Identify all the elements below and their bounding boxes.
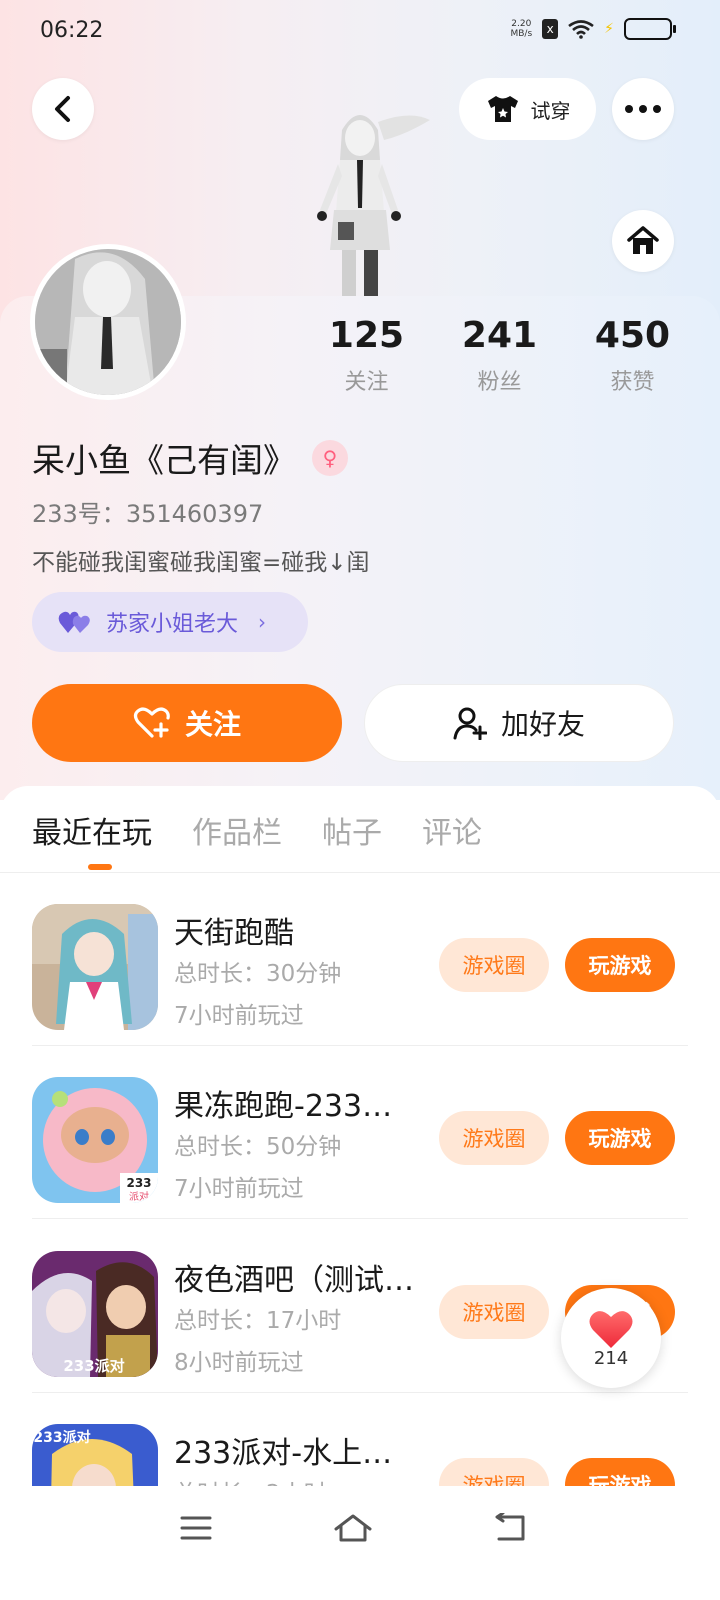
relationship-tag[interactable]: 苏家小姐老大 › <box>32 592 308 652</box>
more-icon <box>625 105 661 113</box>
stat-likes[interactable]: 450 获赞 <box>566 314 699 396</box>
status-icons: 2.20 MB/s x ⚡ <box>510 18 676 40</box>
game-duration: 总时长：30分钟 <box>174 961 342 987</box>
svg-text:233派对: 233派对 <box>63 1357 124 1375</box>
try-on-label: 试穿 <box>530 98 571 123</box>
network-speed: 2.20 MB/s <box>510 19 533 39</box>
tab-recent-played[interactable]: 最近在玩 <box>32 808 152 852</box>
active-tab-indicator <box>88 864 112 870</box>
add-friend-label: 加好友 <box>500 708 585 741</box>
game-title: 果冻跑跑-233… <box>174 1089 393 1124</box>
female-gender-icon: ♀ <box>312 440 348 476</box>
game-title: 夜色酒吧（测试… <box>174 1263 414 1298</box>
tshirt-icon <box>487 96 518 122</box>
more-button[interactable] <box>612 78 674 140</box>
follow-label: 关注 <box>184 708 241 741</box>
stat-followers[interactable]: 241 粉丝 <box>433 314 566 396</box>
game-circle-button[interactable]: 游戏圈 <box>439 938 549 992</box>
profile-stats: 125 关注 241 粉丝 450 获赞 <box>300 314 700 396</box>
game-last-played: 7小时前玩过 <box>174 1003 304 1029</box>
user-name: 呆小鱼《己有闺》 <box>32 441 296 480</box>
tab-posts[interactable]: 帖子 <box>322 808 382 852</box>
home-icon <box>334 1514 372 1542</box>
name-row: 呆小鱼《己有闺》 ♀ <box>32 434 348 482</box>
profile-tabs: 最近在玩 作品栏 帖子 评论 <box>32 808 482 852</box>
battery-icon <box>624 18 676 40</box>
back-icon <box>495 1513 525 1541</box>
game-title: 233派对-水上… <box>174 1436 393 1471</box>
try-on-button[interactable]: 试穿 <box>459 78 596 140</box>
heart-plus-icon <box>133 707 170 738</box>
add-user-icon <box>453 707 487 740</box>
game-icon: 233派对 <box>32 1251 158 1377</box>
stat-value: 125 <box>328 315 405 356</box>
chevron-right-icon: › <box>258 610 267 634</box>
system-home-button[interactable] <box>323 1508 383 1548</box>
avatar-3d-figure[interactable] <box>280 100 440 300</box>
game-last-played: 8小时前玩过 <box>174 1350 304 1376</box>
row-divider <box>32 1218 688 1219</box>
menu-button[interactable] <box>166 1508 226 1548</box>
tab-comments[interactable]: 评论 <box>422 808 482 852</box>
stat-value: 450 <box>594 315 671 356</box>
play-game-button[interactable]: 玩游戏 <box>565 938 675 992</box>
follow-button[interactable]: 关注 <box>32 684 342 762</box>
game-circle-button[interactable]: 游戏圈 <box>439 1111 549 1165</box>
svg-text:派对: 派对 <box>129 1190 149 1203</box>
game-last-played: 7小时前玩过 <box>174 1176 304 1202</box>
menu-icon <box>180 1516 212 1540</box>
chevron-left-icon <box>55 96 70 122</box>
game-icon <box>32 904 158 1030</box>
system-back-button[interactable] <box>480 1508 540 1548</box>
system-navigation-bar <box>0 1486 720 1600</box>
game-icon: 233 派对 <box>32 1077 158 1203</box>
stat-label: 关注 <box>344 370 389 395</box>
game-list-item[interactable]: 天街跑酷 总时长：30分钟 7小时前玩过 游戏圈 玩游戏 <box>32 874 688 1046</box>
home-icon <box>627 226 659 254</box>
game-duration: 总时长：50分钟 <box>174 1134 342 1160</box>
tabs-divider <box>0 872 720 873</box>
user-id-label: 233号： <box>32 500 126 528</box>
like-button[interactable]: 214 <box>561 1288 661 1388</box>
user-bio: 不能碰我闺蜜碰我闺蜜=碰我↓闺 <box>32 550 370 576</box>
stat-label: 粉丝 <box>477 370 522 395</box>
game-circle-button[interactable]: 游戏圈 <box>439 1285 549 1339</box>
row-divider <box>32 1392 688 1393</box>
sim-icon: x <box>542 19 559 39</box>
status-time: 06:22 <box>40 18 104 43</box>
avatar[interactable] <box>30 244 186 400</box>
wifi-icon <box>568 20 594 39</box>
user-id-value: 351460397 <box>125 500 264 528</box>
avatar-image <box>35 249 181 395</box>
status-bar: 06:22 2.20 MB/s x ⚡ <box>0 0 720 64</box>
like-count: 214 <box>593 1347 629 1369</box>
user-id[interactable]: 233号：351460397 <box>32 494 263 529</box>
home-button[interactable] <box>612 210 674 272</box>
relationship-label: 苏家小姐老大 <box>106 612 239 637</box>
game-list-item[interactable]: 233 派对 果冻跑跑-233… 总时长：50分钟 7小时前玩过 游戏圈 玩游戏 <box>32 1047 688 1219</box>
svg-text:233派对: 233派对 <box>33 1429 90 1446</box>
avatar-figure <box>35 249 181 395</box>
add-friend-button[interactable]: 加好友 <box>364 684 674 762</box>
heart-icon <box>589 1310 633 1348</box>
game-duration: 总时长：17小时 <box>174 1308 342 1334</box>
stat-label: 获赞 <box>610 370 655 395</box>
double-heart-icon <box>58 611 90 633</box>
back-button[interactable] <box>32 78 94 140</box>
stat-following[interactable]: 125 关注 <box>300 314 433 396</box>
svg-text:233: 233 <box>126 1176 151 1190</box>
stat-value: 241 <box>461 315 538 356</box>
content-panel: 最近在玩 作品栏 帖子 评论 天街跑酷 总时长：30分钟 7小时前玩过 游戏圈 … <box>0 786 720 1600</box>
play-game-button[interactable]: 玩游戏 <box>565 1111 675 1165</box>
charging-icon: ⚡ <box>604 21 614 37</box>
game-title: 天街跑酷 <box>174 916 294 951</box>
tab-works[interactable]: 作品栏 <box>192 808 282 852</box>
row-divider <box>32 1045 688 1046</box>
